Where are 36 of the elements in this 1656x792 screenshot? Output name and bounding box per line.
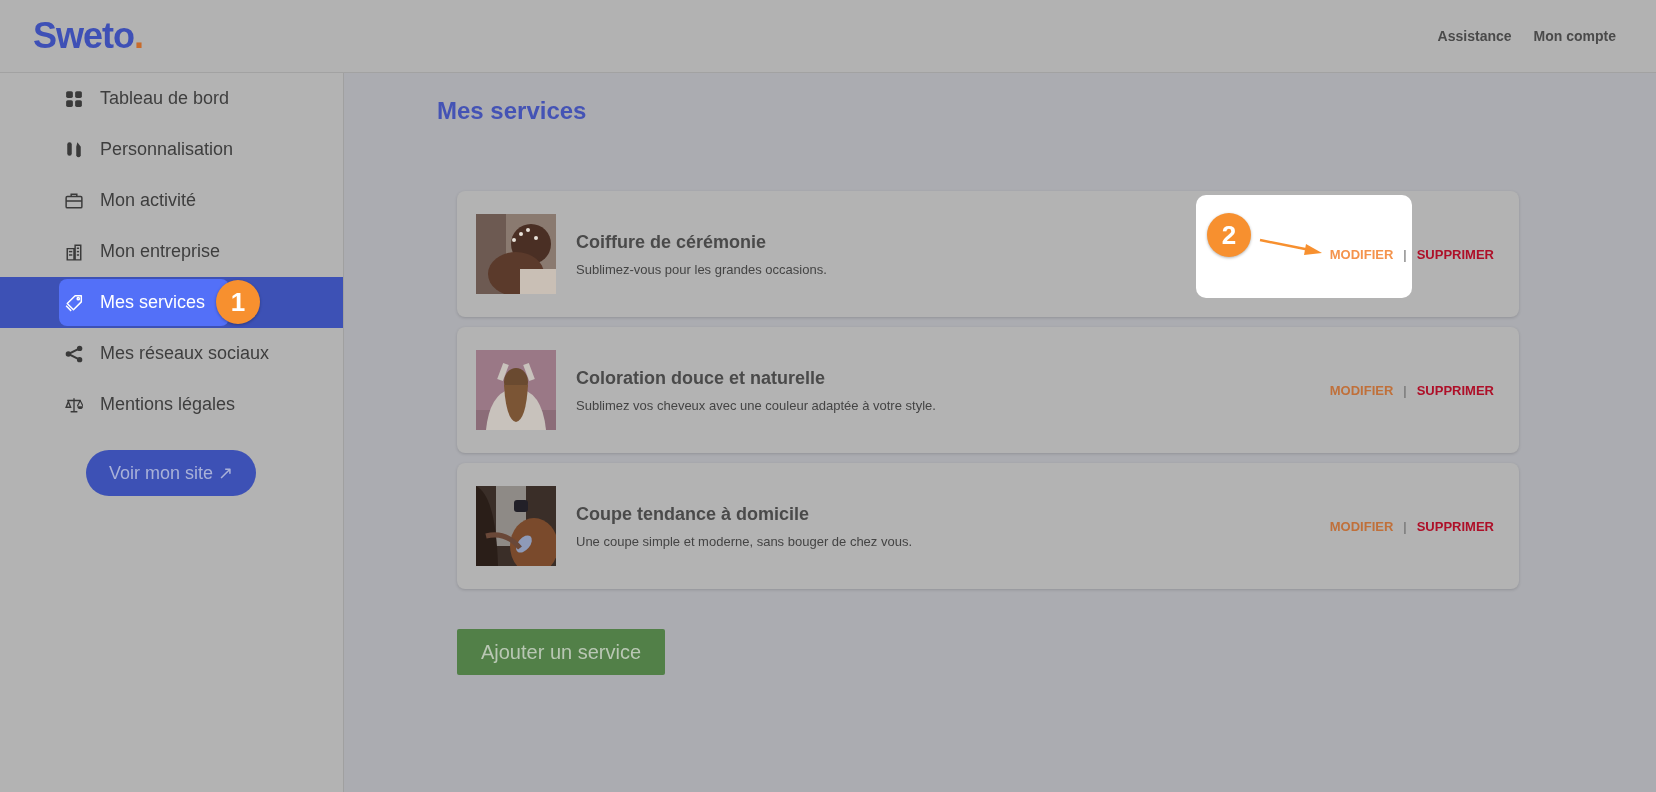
separator: | — [1403, 246, 1407, 262]
delete-link[interactable]: SUPPRIMER — [1416, 382, 1494, 398]
separator: | — [1403, 382, 1407, 398]
delete-link[interactable]: SUPPRIMER — [1416, 518, 1494, 534]
view-site-button[interactable]: Voir mon site ↗ — [86, 450, 256, 496]
grid-icon — [65, 89, 83, 108]
logo[interactable]: Sweto. — [33, 15, 144, 57]
sidebar-item[interactable]: Mes services 1 — [0, 277, 343, 328]
sidebar-item[interactable]: Mentions légales — [0, 379, 343, 430]
nav-link[interactable]: Assistance — [1437, 28, 1512, 44]
pens-icon — [65, 140, 83, 159]
add-service-button[interactable]: Ajouter un service — [457, 629, 665, 675]
separator: | — [1403, 518, 1407, 534]
nav-link[interactable]: Mon compte — [1533, 28, 1616, 44]
tag-icon — [65, 293, 83, 312]
arrow-icon — [1258, 237, 1324, 257]
service-title: Coiffure de cérémonie — [576, 231, 767, 253]
delete-link[interactable]: SUPPRIMER — [1416, 246, 1494, 262]
briefcase-icon — [65, 191, 83, 210]
step-badge: 2 — [1207, 213, 1251, 257]
step-badge: 1 — [216, 280, 260, 324]
sidebar-item[interactable]: Mes réseaux sociaux — [0, 328, 343, 379]
service-description: Sublimez vos cheveux avec une couleur adaptée à votre style. — [576, 397, 936, 413]
scales-icon — [65, 395, 83, 414]
service-description: Une coupe simple et moderne, sans bouger de chez vous. — [576, 533, 913, 549]
service-title: Coloration douce et naturelle — [576, 367, 826, 389]
service-title: Coupe tendance à domicile — [576, 503, 810, 525]
sidebar-item[interactable]: Mon entreprise — [0, 226, 343, 277]
share-icon — [65, 344, 83, 363]
service-description: Sublimez-vous pour les grandes occasions. — [576, 261, 827, 277]
building-icon — [65, 242, 83, 261]
edit-link[interactable]: MODIFIER — [1329, 246, 1394, 262]
sidebar-item[interactable]: Mon activité — [0, 175, 343, 226]
page-title: Mes services — [437, 97, 588, 125]
sidebar-item[interactable]: Tableau de bord — [0, 73, 343, 124]
sidebar-item[interactable]: Personnalisation — [0, 124, 343, 175]
